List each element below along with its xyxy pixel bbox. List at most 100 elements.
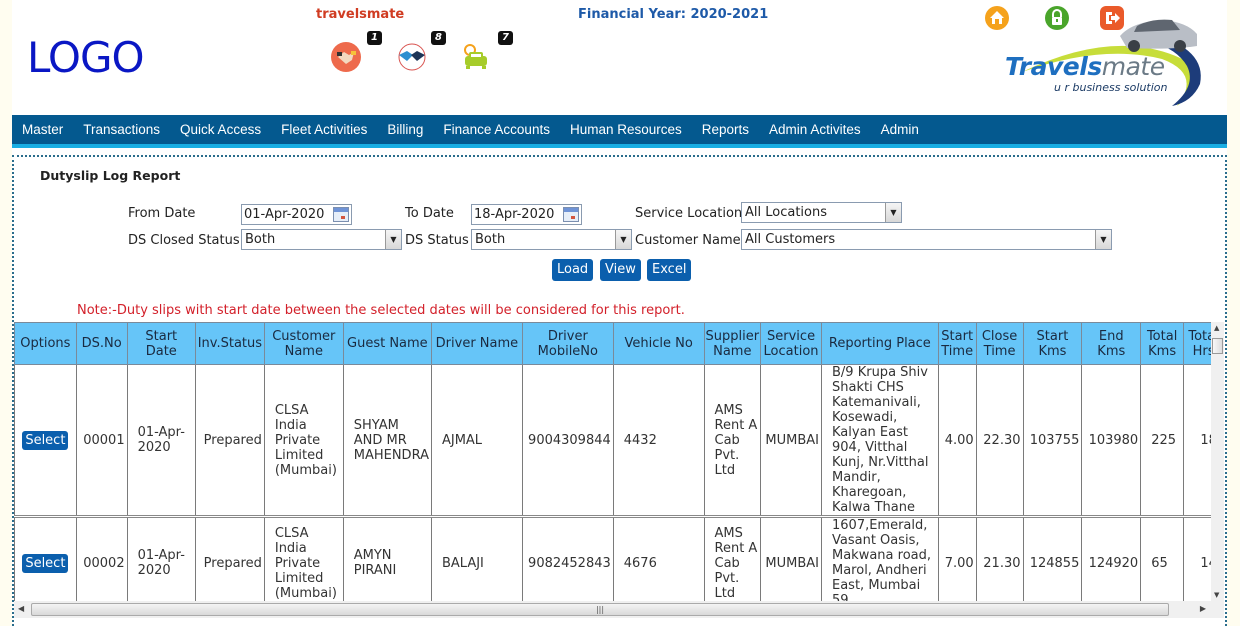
ds-closed-status-select[interactable]: Both ▼ (241, 229, 402, 250)
col-total-kms[interactable]: Total Kms (1140, 322, 1185, 365)
cell-ds-no: 00001 (75, 364, 128, 518)
car-timer-icon[interactable] (459, 40, 493, 74)
excel-button[interactable]: Excel (647, 259, 692, 281)
col-driver-name[interactable]: Driver Name (430, 322, 523, 365)
logo: LOGO (27, 33, 145, 82)
deal-icon[interactable] (395, 40, 429, 74)
travelsmate-logo-text: Travelsmate (1005, 52, 1165, 81)
financial-year: Financial Year: 2020-2021 (578, 7, 769, 22)
col-start-date[interactable]: Start Date (126, 322, 196, 365)
cell-start-kms: 103755 (1022, 364, 1083, 518)
nav-reports[interactable]: Reports (702, 122, 749, 137)
nav-transactions[interactable]: Transactions (83, 122, 160, 137)
cell-location: MUMBAI (760, 364, 822, 518)
nav-billing[interactable]: Billing (387, 122, 423, 137)
col-vehicle-no[interactable]: Vehicle No (612, 322, 705, 365)
horizontal-scrollbar[interactable]: ◀ ||| ▶ (14, 601, 1224, 618)
view-button[interactable]: View (600, 259, 641, 281)
customer-name-label: Customer Name (635, 233, 741, 248)
nav-master[interactable]: Master (22, 122, 63, 137)
report-grid: Options DS.No Start Date Inv.Status Cust… (14, 322, 1224, 623)
cell-end-kms: 124920 (1081, 516, 1142, 611)
cell-inv-status: Prepared (194, 516, 265, 611)
col-ds-no[interactable]: DS.No (75, 322, 128, 365)
col-start-time[interactable]: Start Time (937, 322, 977, 365)
nav-admin[interactable]: Admin (881, 122, 919, 137)
cell-start-time: 7.00 (937, 516, 977, 611)
col-guest-name[interactable]: Guest Name (342, 322, 432, 365)
deal-badge: 8 (431, 31, 446, 45)
col-service-location[interactable]: Service Location (760, 322, 822, 365)
select-button[interactable]: Select (22, 430, 69, 450)
table-row: Select 00002 01-Apr-2020 Prepared CLSA I… (14, 516, 1224, 611)
brand-name: travelsmate (316, 7, 405, 22)
calendar-icon[interactable] (333, 207, 349, 222)
cell-start-date: 01-Apr-2020 (126, 364, 196, 518)
customer-name-value: All Customers (745, 232, 836, 247)
ds-closed-status-label: DS Closed Status (128, 233, 240, 248)
page: LOGO travelsmate Financial Year: 2020-20… (12, 0, 1227, 626)
cell-driver-mobile: 9082452843 (521, 516, 614, 611)
cell-start-time: 4.00 (937, 364, 977, 518)
cell-total-kms: 225 (1140, 364, 1185, 518)
cell-reporting-place: 1607,Emerald, Vasant Oasis, Makwana road… (821, 516, 939, 611)
service-location-select[interactable]: All Locations ▼ (741, 202, 902, 223)
cell-driver: BALAJI (430, 516, 523, 611)
nav-finance-accounts[interactable]: Finance Accounts (443, 122, 550, 137)
col-driver-mobile[interactable]: Driver MobileNo (521, 322, 614, 365)
main-nav: Master Transactions Quick Access Fleet A… (12, 115, 1227, 148)
cell-ds-no: 00002 (75, 516, 128, 611)
handshake-icon[interactable] (329, 40, 363, 74)
logo-text-main: Travels (1005, 52, 1102, 81)
logo-tagline: u r business solution (1054, 81, 1168, 94)
car-timer-badge: 7 (498, 31, 513, 45)
col-inv-status[interactable]: Inv.Status (194, 322, 265, 365)
scroll-left-icon[interactable]: ◀ (18, 604, 24, 613)
scroll-down-icon[interactable]: ▼ (1214, 591, 1219, 599)
horizontal-scroll-thumb[interactable]: ||| (31, 603, 1169, 616)
cell-supplier: AMS Rent A Cab Pvt. Ltd (703, 364, 762, 518)
handshake-badge: 1 (367, 31, 382, 45)
col-reporting-place[interactable]: Reporting Place (821, 322, 939, 365)
cell-inv-status: Prepared (194, 364, 265, 518)
cell-close-time: 21.30 (975, 516, 1024, 611)
cell-start-date: 01-Apr-2020 (126, 516, 196, 611)
load-button[interactable]: Load (552, 259, 594, 281)
page-margin (1227, 0, 1240, 626)
nav-quick-access[interactable]: Quick Access (180, 122, 261, 137)
scroll-right-icon[interactable]: ▶ (1200, 604, 1206, 613)
cell-start-kms: 124855 (1022, 516, 1083, 611)
vertical-scroll-thumb[interactable] (1212, 338, 1223, 354)
header: LOGO travelsmate Financial Year: 2020-20… (12, 0, 1227, 115)
report-note: Note:-Duty slips with start date between… (77, 303, 685, 318)
col-end-kms[interactable]: End Kms (1081, 322, 1142, 365)
col-close-time[interactable]: Close Time (975, 322, 1024, 365)
ds-status-select[interactable]: Both ▼ (471, 229, 632, 250)
ds-status-value: Both (475, 232, 506, 247)
chevron-down-icon: ▼ (385, 230, 401, 249)
to-date-label: To Date (405, 206, 454, 221)
customer-name-select[interactable]: All Customers ▼ (741, 229, 1112, 250)
service-location-value: All Locations (745, 205, 828, 220)
cell-guest: AMYN PIRANI (342, 516, 432, 611)
from-date-input[interactable]: 01-Apr-2020 (241, 204, 352, 225)
to-date-value: 18-Apr-2020 (474, 207, 555, 222)
scroll-up-icon[interactable]: ▲ (1214, 324, 1219, 332)
ds-closed-status-value: Both (245, 232, 276, 247)
to-date-input[interactable]: 18-Apr-2020 (471, 204, 582, 225)
chevron-down-icon: ▼ (1095, 230, 1111, 249)
nav-admin-activites[interactable]: Admin Activites (769, 122, 861, 137)
report-table: Options DS.No Start Date Inv.Status Cust… (14, 322, 1224, 611)
select-button[interactable]: Select (22, 553, 69, 573)
col-start-kms[interactable]: Start Kms (1022, 322, 1083, 365)
col-customer-name[interactable]: Customer Name (263, 322, 344, 365)
chevron-down-icon: ▼ (885, 203, 901, 222)
nav-fleet-activities[interactable]: Fleet Activities (281, 122, 367, 137)
calendar-icon[interactable] (563, 207, 579, 222)
service-location-label: Service Location (635, 206, 743, 221)
nav-human-resources[interactable]: Human Resources (570, 122, 682, 137)
col-options[interactable]: Options (14, 322, 77, 365)
vertical-scrollbar[interactable]: ▲ ▼ (1211, 322, 1224, 601)
col-supplier-name[interactable]: Supplier Name (703, 322, 762, 365)
cell-customer: CLSA India Private Limited (Mumbai) (263, 516, 344, 611)
